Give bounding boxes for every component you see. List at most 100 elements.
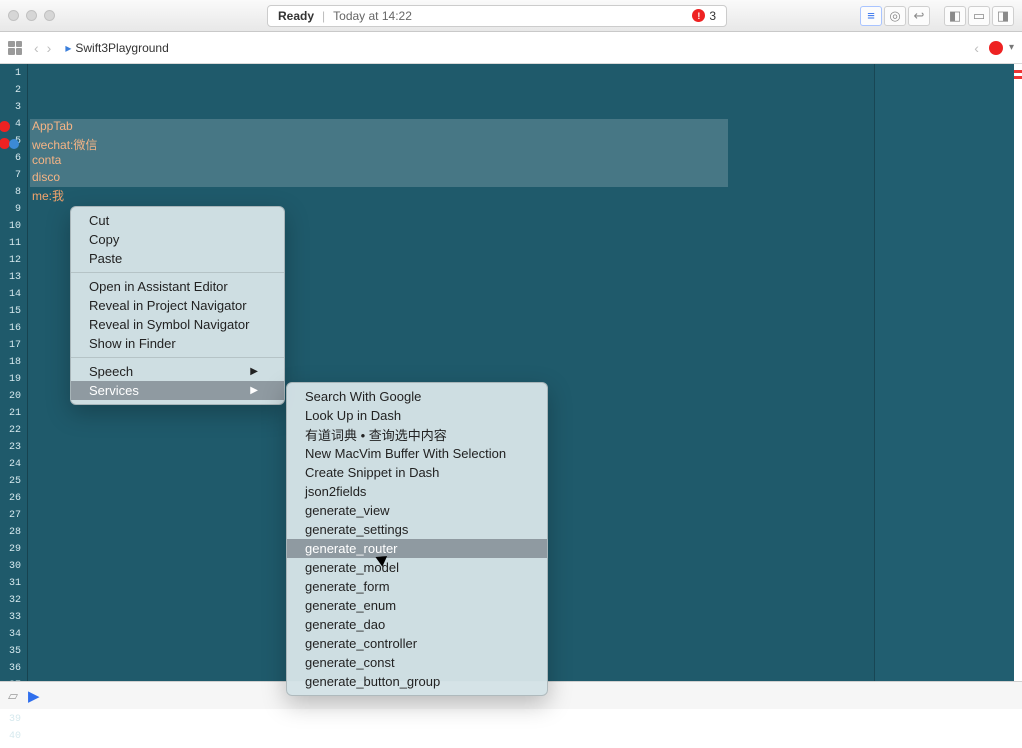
- minimap-error-marker[interactable]: [1014, 70, 1022, 73]
- services-item[interactable]: generate_dao: [287, 615, 547, 634]
- assistant-editor-button[interactable]: ◎: [884, 6, 906, 26]
- services-item[interactable]: json2fields: [287, 482, 547, 501]
- services-item[interactable]: generate_button_group: [287, 672, 547, 691]
- services-item[interactable]: generate_controller: [287, 634, 547, 653]
- close-window-button[interactable]: [8, 10, 19, 21]
- menu-label: New MacVim Buffer With Selection: [305, 446, 506, 461]
- line-number[interactable]: 2: [0, 85, 27, 102]
- line-number[interactable]: 35: [0, 646, 27, 663]
- menu-item-paste[interactable]: Paste: [71, 249, 284, 268]
- services-item[interactable]: generate_model: [287, 558, 547, 577]
- line-number[interactable]: 34: [0, 629, 27, 646]
- line-number[interactable]: 21: [0, 408, 27, 425]
- line-number[interactable]: 27: [0, 510, 27, 527]
- line-number[interactable]: 20: [0, 391, 27, 408]
- menu-separator: [71, 357, 284, 358]
- services-item[interactable]: 有道词典 • 查询选中内容: [287, 425, 547, 444]
- console-toggle-icon[interactable]: ▱: [8, 688, 18, 704]
- line-number[interactable]: 13: [0, 272, 27, 289]
- line-number[interactable]: 7: [0, 170, 27, 187]
- toggle-debug-area-button[interactable]: ▭: [968, 6, 990, 26]
- line-number[interactable]: 3: [0, 102, 27, 119]
- services-item[interactable]: New MacVim Buffer With Selection: [287, 444, 547, 463]
- code-line[interactable]: [28, 68, 874, 85]
- line-number[interactable]: 25: [0, 476, 27, 493]
- line-number[interactable]: 33: [0, 612, 27, 629]
- menu-item-open-assistant[interactable]: Open in Assistant Editor: [71, 277, 284, 296]
- code-line[interactable]: [28, 102, 874, 119]
- issues-badge[interactable]: ! 3: [692, 9, 716, 23]
- services-item[interactable]: generate_form: [287, 577, 547, 596]
- line-number[interactable]: 17: [0, 340, 27, 357]
- line-number[interactable]: 6: [0, 153, 27, 170]
- services-item[interactable]: generate_enum: [287, 596, 547, 615]
- line-number[interactable]: 28: [0, 527, 27, 544]
- services-item[interactable]: generate_settings: [287, 520, 547, 539]
- line-number[interactable]: 15: [0, 306, 27, 323]
- services-item[interactable]: generate_view: [287, 501, 547, 520]
- menu-item-reveal-project[interactable]: Reveal in Project Navigator: [71, 296, 284, 315]
- issue-dropdown-icon[interactable]: ▾: [1009, 42, 1014, 53]
- menu-item-reveal-symbol[interactable]: Reveal in Symbol Navigator: [71, 315, 284, 334]
- menu-item-copy[interactable]: Copy: [71, 230, 284, 249]
- error-icon: !: [692, 9, 705, 22]
- line-number[interactable]: 1: [0, 68, 27, 85]
- line-number[interactable]: 36: [0, 663, 27, 680]
- line-number-gutter[interactable]: 1234567891011121314151617181920212223242…: [0, 64, 28, 681]
- menu-item-speech[interactable]: Speech▶: [71, 362, 284, 381]
- code-line[interactable]: me:我: [28, 187, 874, 204]
- line-number[interactable]: 24: [0, 459, 27, 476]
- menu-item-show-finder[interactable]: Show in Finder: [71, 334, 284, 353]
- line-number[interactable]: 9: [0, 204, 27, 221]
- line-number[interactable]: 19: [0, 374, 27, 391]
- forward-button[interactable]: ›: [43, 40, 56, 56]
- services-item[interactable]: generate_router: [287, 539, 547, 558]
- line-number[interactable]: 14: [0, 289, 27, 306]
- line-number[interactable]: 29: [0, 544, 27, 561]
- run-button[interactable]: ▶: [28, 687, 40, 705]
- traffic-lights: [8, 10, 55, 21]
- menu-label: json2fields: [305, 484, 366, 499]
- line-number[interactable]: 12: [0, 255, 27, 272]
- line-number[interactable]: 11: [0, 238, 27, 255]
- toggle-navigator-button[interactable]: ◧: [944, 6, 966, 26]
- line-number[interactable]: 22: [0, 425, 27, 442]
- jump-bar[interactable]: ‹ › ▸ Swift3Playground ‹ ▾: [0, 32, 1022, 64]
- services-item[interactable]: Create Snippet in Dash: [287, 463, 547, 482]
- services-item[interactable]: generate_const: [287, 653, 547, 672]
- line-number[interactable]: 10: [0, 221, 27, 238]
- line-number[interactable]: 32: [0, 595, 27, 612]
- code-line[interactable]: [28, 85, 874, 102]
- gutter-error-icon[interactable]: [0, 121, 10, 132]
- line-number[interactable]: 40: [0, 731, 27, 748]
- line-number[interactable]: 8: [0, 187, 27, 204]
- minimap-scrollbar[interactable]: [1014, 64, 1022, 681]
- back-button[interactable]: ‹: [30, 40, 43, 56]
- line-number[interactable]: 5: [0, 136, 27, 153]
- breadcrumb-file[interactable]: Swift3Playground: [75, 41, 168, 55]
- menu-item-cut[interactable]: Cut: [71, 211, 284, 230]
- services-item[interactable]: Look Up in Dash: [287, 406, 547, 425]
- standard-editor-button[interactable]: ≡: [860, 6, 882, 26]
- line-number[interactable]: 30: [0, 561, 27, 578]
- line-number[interactable]: 18: [0, 357, 27, 374]
- error-count: 3: [709, 9, 716, 23]
- issue-indicator-icon[interactable]: [989, 41, 1003, 55]
- menu-item-services[interactable]: Services▶: [71, 381, 284, 400]
- minimap-error-marker[interactable]: [1014, 76, 1022, 79]
- version-editor-button[interactable]: ↩: [908, 6, 930, 26]
- breadcrumb-back[interactable]: ‹: [970, 40, 983, 56]
- toggle-utilities-button[interactable]: ◨: [992, 6, 1014, 26]
- line-number[interactable]: 16: [0, 323, 27, 340]
- related-items-icon[interactable]: [8, 41, 22, 55]
- menu-label: Search With Google: [305, 389, 421, 404]
- minimize-window-button[interactable]: [26, 10, 37, 21]
- breakpoint-icon[interactable]: [9, 139, 19, 149]
- zoom-window-button[interactable]: [44, 10, 55, 21]
- line-number[interactable]: 4: [0, 119, 27, 136]
- line-number[interactable]: 26: [0, 493, 27, 510]
- line-number[interactable]: 31: [0, 578, 27, 595]
- services-item[interactable]: Search With Google: [287, 387, 547, 406]
- line-number[interactable]: 23: [0, 442, 27, 459]
- line-number[interactable]: 39: [0, 714, 27, 731]
